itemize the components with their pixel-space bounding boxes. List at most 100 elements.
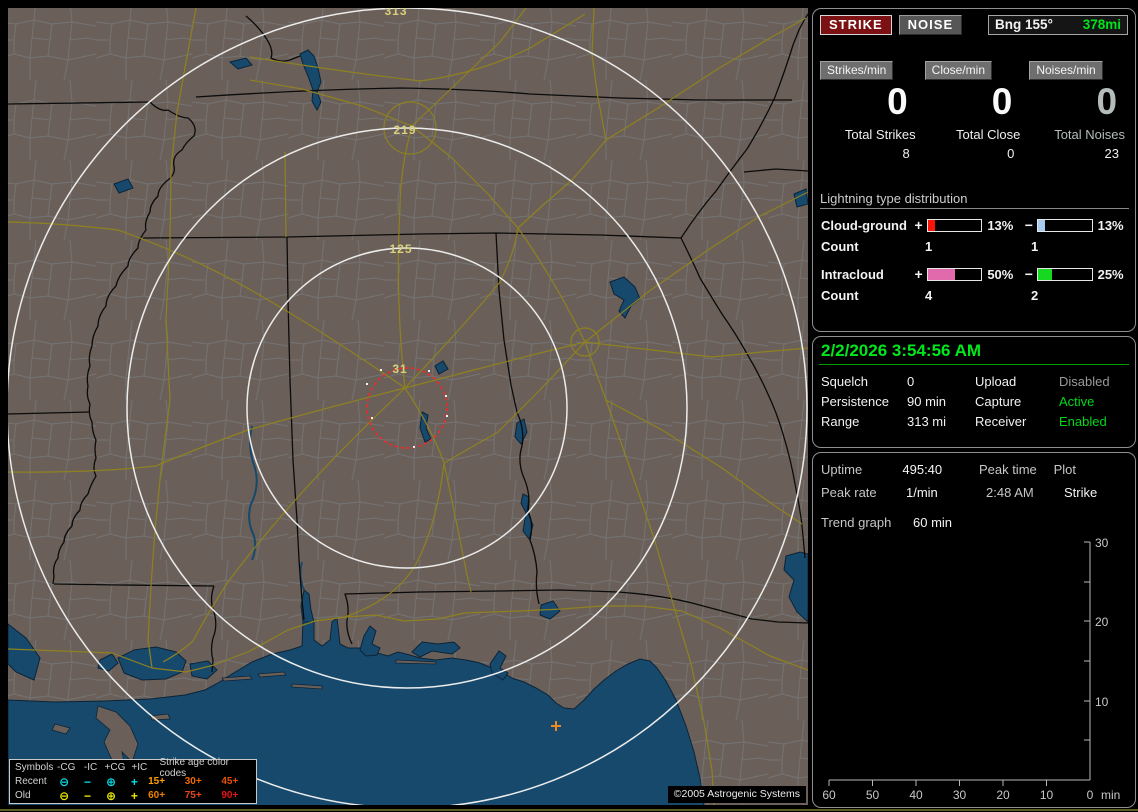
trend-axes [828, 541, 1091, 786]
status-row: Squelch 0 Upload Disabled [821, 372, 1135, 392]
lightning-map[interactable]: 313 219 125 31 [8, 8, 808, 805]
svg-text:10: 10 [1095, 695, 1109, 709]
legend-col-pos-cg: +CG [104, 762, 126, 773]
ic-plus-count: 4 [925, 288, 933, 303]
ring-label-219: 219 [393, 123, 416, 137]
close-per-min-chip: Close/min [924, 61, 993, 80]
svg-text:20: 20 [996, 788, 1010, 802]
noises-per-min-chip: Noises/min [1029, 61, 1103, 80]
session-row: Uptime 495:40 Peak time Plot [821, 458, 1135, 481]
intracloud-label: Intracloud [821, 266, 884, 282]
close-rate-value: 0 [991, 81, 1013, 122]
total-noises-value: 23 [1104, 146, 1120, 161]
ring-label-31: 31 [392, 362, 407, 376]
legend-row-old: Old ⊖ − ⊕ + 60+ 75+ 90+ [10, 789, 256, 802]
trend-graph-row: Trend graph 60 min [821, 511, 1135, 534]
status-row: Range 313 mi Receiver Enabled [821, 412, 1135, 432]
legend-col-pos-ic: +IC [131, 762, 148, 773]
noises-rate-value: 0 [1096, 81, 1118, 122]
pos-ic-recent-icon: + [130, 774, 138, 789]
close-column: Close/min 0 Total Close 0 [922, 61, 1025, 161]
total-strikes-label: Total Strikes [844, 127, 916, 142]
minus-sign: − [1024, 266, 1033, 282]
pos-ic-old-icon: + [130, 788, 138, 803]
bearing-value: Bng 155° [995, 17, 1053, 32]
distribution-title: Lightning type distribution [820, 191, 1129, 209]
age-15: 15+ [148, 776, 166, 787]
session-row: Peak rate 1/min 2:48 AM Strike [821, 481, 1135, 504]
svg-text:40: 40 [909, 788, 923, 802]
age-60: 60+ [148, 790, 166, 801]
total-close-label: Total Close [956, 127, 1021, 142]
peak-rate-value: 1/min [906, 485, 938, 500]
neg-ic-recent-icon: − [84, 774, 92, 789]
noise-toggle-button[interactable]: NOISE [898, 15, 963, 35]
neg-cg-old-icon: ⊖ [59, 788, 70, 803]
distance-value: 378mi [1082, 17, 1121, 32]
noises-column: Noises/min 0 Total Noises 23 [1026, 61, 1129, 161]
app-window: 313 219 125 31 Symbols -CG -IC +CG +IC S… [0, 0, 1138, 812]
ring-label-125: 125 [389, 242, 412, 256]
plot-value: Strike [1064, 485, 1098, 500]
total-close-value: 0 [1007, 146, 1015, 161]
datetime-underline [819, 364, 1129, 365]
uptime-value: 495:40 [902, 462, 943, 477]
ic-minus-pct: 25% [1097, 266, 1124, 282]
age-30: 30+ [184, 776, 202, 787]
neg-cg-recent-icon: ⊖ [59, 774, 70, 789]
status-row: Persistence 90 min Capture Active [821, 392, 1135, 412]
legend-col-neg-cg: -CG [57, 762, 76, 773]
window-bottom-edge [0, 809, 1138, 811]
cg-plus-pct: 13% [987, 217, 1014, 233]
total-noises-label: Total Noises [1054, 127, 1126, 142]
legend-row-recent: Recent ⊖ − ⊕ + 15+ 30+ 45+ [10, 775, 256, 788]
session-panel: Uptime 495:40 Peak time Plot Peak rate 1… [812, 452, 1136, 808]
cg-minus-bar [1037, 218, 1093, 232]
minus-sign: − [1024, 217, 1033, 233]
capture-state: Active [1059, 394, 1095, 409]
svg-text:min: min [1101, 788, 1120, 802]
counters-panel: STRIKE NOISE Bng 155° 378mi Strikes/min … [812, 8, 1136, 332]
strikes-column: Strikes/min 0 Total Strikes 8 [817, 61, 920, 161]
cg-plus-count: 1 [925, 239, 933, 254]
trend-window-value: 60 min [913, 515, 953, 530]
pos-cg-old-icon: ⊕ [105, 788, 116, 803]
ring-label-313: 313 [384, 8, 407, 18]
age-75: 75+ [184, 790, 202, 801]
bearing-readout: Bng 155° 378mi [988, 15, 1128, 35]
intracloud-row: Intracloud + 50% − 25% [821, 266, 1135, 282]
map-legend: Symbols -CG -IC +CG +IC Strike age color… [9, 757, 257, 804]
svg-text:0: 0 [1087, 788, 1094, 802]
svg-text:20: 20 [1095, 615, 1109, 629]
svg-text:50: 50 [866, 788, 880, 802]
svg-text:60: 60 [822, 788, 836, 802]
upload-state: Disabled [1059, 374, 1110, 389]
cg-minus-pct: 13% [1097, 217, 1124, 233]
copyright-notice: ©2005 Astrogenic Systems [667, 786, 806, 803]
ic-minus-bar [1037, 267, 1093, 281]
status-panel: 2/2/2026 3:54:56 AM Squelch 0 Upload Dis… [812, 336, 1136, 448]
datetime-display: 2/2/2026 3:54:56 AM [821, 341, 982, 360]
legend-col-neg-ic: -IC [83, 762, 98, 773]
intracloud-count-row: Count 4 2 [821, 288, 1135, 303]
cloud-ground-row: Cloud-ground + 13% − 13% [821, 217, 1135, 233]
svg-text:30: 30 [1095, 536, 1109, 550]
strikes-rate-value: 0 [887, 81, 908, 122]
age-45: 45+ [221, 776, 239, 787]
age-90: 90+ [221, 790, 239, 801]
plus-sign: + [914, 266, 923, 282]
neg-ic-old-icon: − [84, 788, 92, 803]
receiver-state: Enabled [1059, 414, 1107, 429]
cloud-ground-label: Cloud-ground [821, 217, 907, 233]
strike-toggle-button[interactable]: STRIKE [820, 15, 892, 35]
cg-plus-bar [927, 218, 983, 232]
strikes-per-min-chip: Strikes/min [820, 61, 894, 80]
legend-symbols-header: Symbols [15, 762, 54, 773]
svg-text:30: 30 [953, 788, 967, 802]
count-label: Count [821, 239, 859, 254]
plus-sign: + [914, 217, 923, 233]
peak-time-value: 2:48 AM [986, 485, 1034, 500]
total-strikes-value: 8 [902, 146, 910, 161]
trend-axis-labels: 30 20 10 60 50 40 30 20 10 0 min [822, 536, 1120, 802]
pos-cg-recent-icon: ⊕ [105, 774, 116, 789]
